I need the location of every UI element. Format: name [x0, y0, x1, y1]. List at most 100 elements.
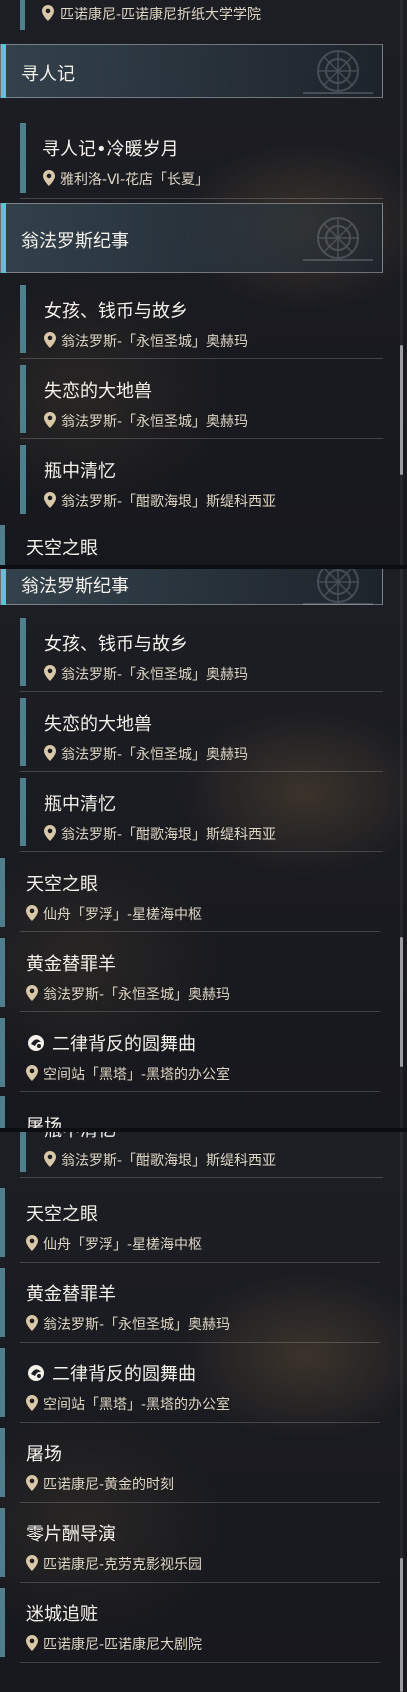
location-pin-icon	[26, 1235, 38, 1251]
header-accent	[1, 203, 6, 273]
location-pin-icon	[26, 905, 38, 921]
quest-title: 女孩、钱币与故乡	[44, 301, 188, 322]
location-pin-icon	[44, 665, 56, 681]
quest-item[interactable]: 屠场 匹诺康尼-黄金的时刻	[0, 1426, 383, 1502]
faction-crest-icon	[298, 45, 378, 97]
divider	[20, 1582, 380, 1583]
quest-location: 翁法罗斯-「永恒圣城」奥赫玛	[61, 414, 249, 430]
quest-title: 迷城追赃	[26, 1604, 98, 1625]
category-header-xunrenji[interactable]: 寻人记	[0, 44, 383, 98]
quest-item[interactable]: 瓶中清忆 翁法罗斯-「酣歌海垠」斯缇科西亚	[20, 1132, 383, 1178]
item-accent-bar	[0, 858, 5, 927]
quest-title: 天空之眼	[26, 874, 98, 895]
quest-item[interactable]: 黄金替罪羊 翁法罗斯-「永恒圣城」奥赫玛	[0, 936, 383, 1012]
quest-location: 空间站「黑塔」-黑塔的办公室	[43, 1397, 231, 1413]
quest-location: 空间站「黑塔」-黑塔的办公室	[43, 1067, 231, 1083]
quest-location: 匹诺康尼-匹诺康尼折纸大学学院	[60, 7, 262, 23]
location-pin-icon	[42, 5, 54, 21]
location-pin-icon	[26, 985, 38, 1001]
location-pin-icon	[26, 1555, 38, 1571]
item-accent-bar	[0, 938, 5, 1007]
scrollbar-thumb[interactable]	[400, 937, 403, 1067]
item-accent-bar	[20, 123, 26, 193]
divider	[20, 1091, 380, 1092]
quest-title-text: 二律背反的圆舞曲	[52, 1034, 196, 1055]
quest-title: 女孩、钱币与故乡	[44, 634, 188, 655]
item-accent-bar	[20, 365, 26, 433]
quest-location: 匹诺康尼-匹诺康尼大剧院	[43, 1637, 203, 1653]
scrollbar[interactable]	[400, 1132, 403, 1692]
item-accent-bar	[20, 1132, 26, 1172]
quest-item[interactable]: 女孩、钱币与故乡 翁法罗斯-「永恒圣城」奥赫玛	[20, 616, 383, 692]
quest-title: 天空之眼	[26, 1204, 98, 1225]
quest-title: 黄金替罪羊	[26, 954, 116, 975]
item-accent-bar	[0, 1348, 5, 1417]
quest-location: 匹诺康尼-黄金的时刻	[43, 1477, 175, 1493]
quest-item[interactable]: 黄金替罪羊 翁法罗斯-「永恒圣城」奥赫玛	[0, 1266, 383, 1342]
quest-item[interactable]: 二律背反的圆舞曲 空间站「黑塔」-黑塔的办公室	[0, 1346, 383, 1422]
item-accent-bar	[0, 525, 5, 565]
quest-item[interactable]: 二律背反的圆舞曲 空间站「黑塔」-黑塔的办公室	[0, 1016, 383, 1092]
quest-item[interactable]: 失恋的大地兽 翁法罗斯-「永恒圣城」奥赫玛	[20, 363, 383, 439]
item-accent-bar	[20, 698, 26, 766]
quest-title: 黄金替罪羊	[26, 1284, 116, 1305]
quest-item[interactable]: 失恋的大地兽 翁法罗斯-「永恒圣城」奥赫玛	[20, 696, 383, 772]
quest-title: 屠场	[26, 1116, 62, 1128]
faction-crest-icon	[298, 204, 378, 272]
quest-title: 失恋的大地兽	[44, 381, 152, 402]
category-header-ongfaluosi[interactable]: 翁法罗斯纪事	[0, 203, 383, 273]
category-title: 翁法罗斯纪事	[21, 576, 129, 597]
item-accent-bar	[0, 1508, 5, 1577]
quest-item[interactable]: 迷城追赃 匹诺康尼-匹诺康尼大剧院	[0, 1586, 383, 1662]
divider	[20, 1342, 380, 1343]
quest-location: 翁法罗斯-「永恒圣城」奥赫玛	[61, 747, 249, 763]
header-accent	[1, 44, 6, 98]
location-pin-icon	[43, 170, 55, 186]
quest-item[interactable]: 天空之眼 仙舟「罗浮」-星槎海中枢	[0, 856, 383, 932]
scrollbar-thumb[interactable]	[400, 345, 403, 475]
quest-item[interactable]: 零片酬导演 匹诺康尼-克劳克影视乐园	[0, 1506, 383, 1582]
quest-title: 失恋的大地兽	[44, 714, 152, 735]
location-pin-icon	[44, 745, 56, 761]
location-pin-icon	[44, 492, 56, 508]
quest-location: 仙舟「罗浮」-星槎海中枢	[43, 1237, 203, 1253]
quest-item[interactable]: 瓶中清忆 翁法罗斯-「酣歌海垠」斯缇科西亚	[20, 776, 383, 852]
location-pin-icon	[26, 1315, 38, 1331]
quest-item[interactable]: 寻人记•冷暖岁月 雅利洛-Ⅵ-花店「长夏」	[20, 121, 383, 199]
quest-location: 翁法罗斯-「酣歌海垠」斯缇科西亚	[61, 494, 277, 510]
quest-title: 天空之眼	[26, 538, 98, 559]
quest-item[interactable]: 瓶中清忆 翁法罗斯-「酣歌海垠」斯缇科西亚	[20, 443, 383, 519]
item-accent-bar	[0, 1268, 5, 1337]
divider	[20, 1502, 380, 1503]
quest-list-panel-3: 瓶中清忆 翁法罗斯-「酣歌海垠」斯缇科西亚 天空之眼 仙舟「罗浮」-星槎海中枢 …	[0, 1132, 407, 1692]
item-accent-bar	[0, 1018, 5, 1087]
quest-list-panel-1: 匹诺康尼-匹诺康尼折纸大学学院 寻人记 寻人记•冷暖岁月 雅利洛-Ⅵ-花店「长夏…	[0, 0, 407, 565]
quest-location: 雅利洛-Ⅵ-花店「长夏」	[60, 172, 210, 188]
quest-title: 瓶中清忆	[44, 1132, 116, 1142]
special-quest-icon	[26, 1033, 46, 1053]
quest-location: 翁法罗斯-「永恒圣城」奥赫玛	[43, 1317, 231, 1333]
quest-title: 瓶中清忆	[44, 461, 116, 482]
scrollbar[interactable]	[400, 569, 403, 1128]
scrollbar-thumb[interactable]	[400, 1558, 403, 1692]
scrollbar[interactable]	[400, 0, 403, 565]
quest-item[interactable]: 女孩、钱币与故乡 翁法罗斯-「永恒圣城」奥赫玛	[20, 283, 383, 359]
location-pin-icon	[26, 1065, 38, 1081]
item-accent-bar	[20, 285, 26, 353]
quest-location: 仙舟「罗浮」-星槎海中枢	[43, 907, 203, 923]
quest-title: 零片酬导演	[26, 1524, 116, 1545]
quest-title: 寻人记•冷暖岁月	[42, 139, 179, 160]
header-accent	[1, 569, 6, 605]
location-pin-icon	[44, 825, 56, 841]
quest-item[interactable]: 天空之眼 仙舟「罗浮」-星槎海中枢	[0, 1186, 383, 1262]
location-pin-icon	[26, 1635, 38, 1651]
quest-title: 屠场	[26, 1444, 62, 1465]
item-accent-bar	[0, 1428, 5, 1497]
item-accent-bar	[0, 1588, 5, 1657]
item-accent-bar	[20, 0, 25, 30]
location-pin-icon	[44, 412, 56, 428]
category-header-ongfaluosi[interactable]: 翁法罗斯纪事	[0, 569, 383, 605]
item-accent-bar	[20, 445, 26, 514]
category-title: 寻人记	[21, 64, 75, 85]
special-quest-icon	[26, 1363, 46, 1383]
